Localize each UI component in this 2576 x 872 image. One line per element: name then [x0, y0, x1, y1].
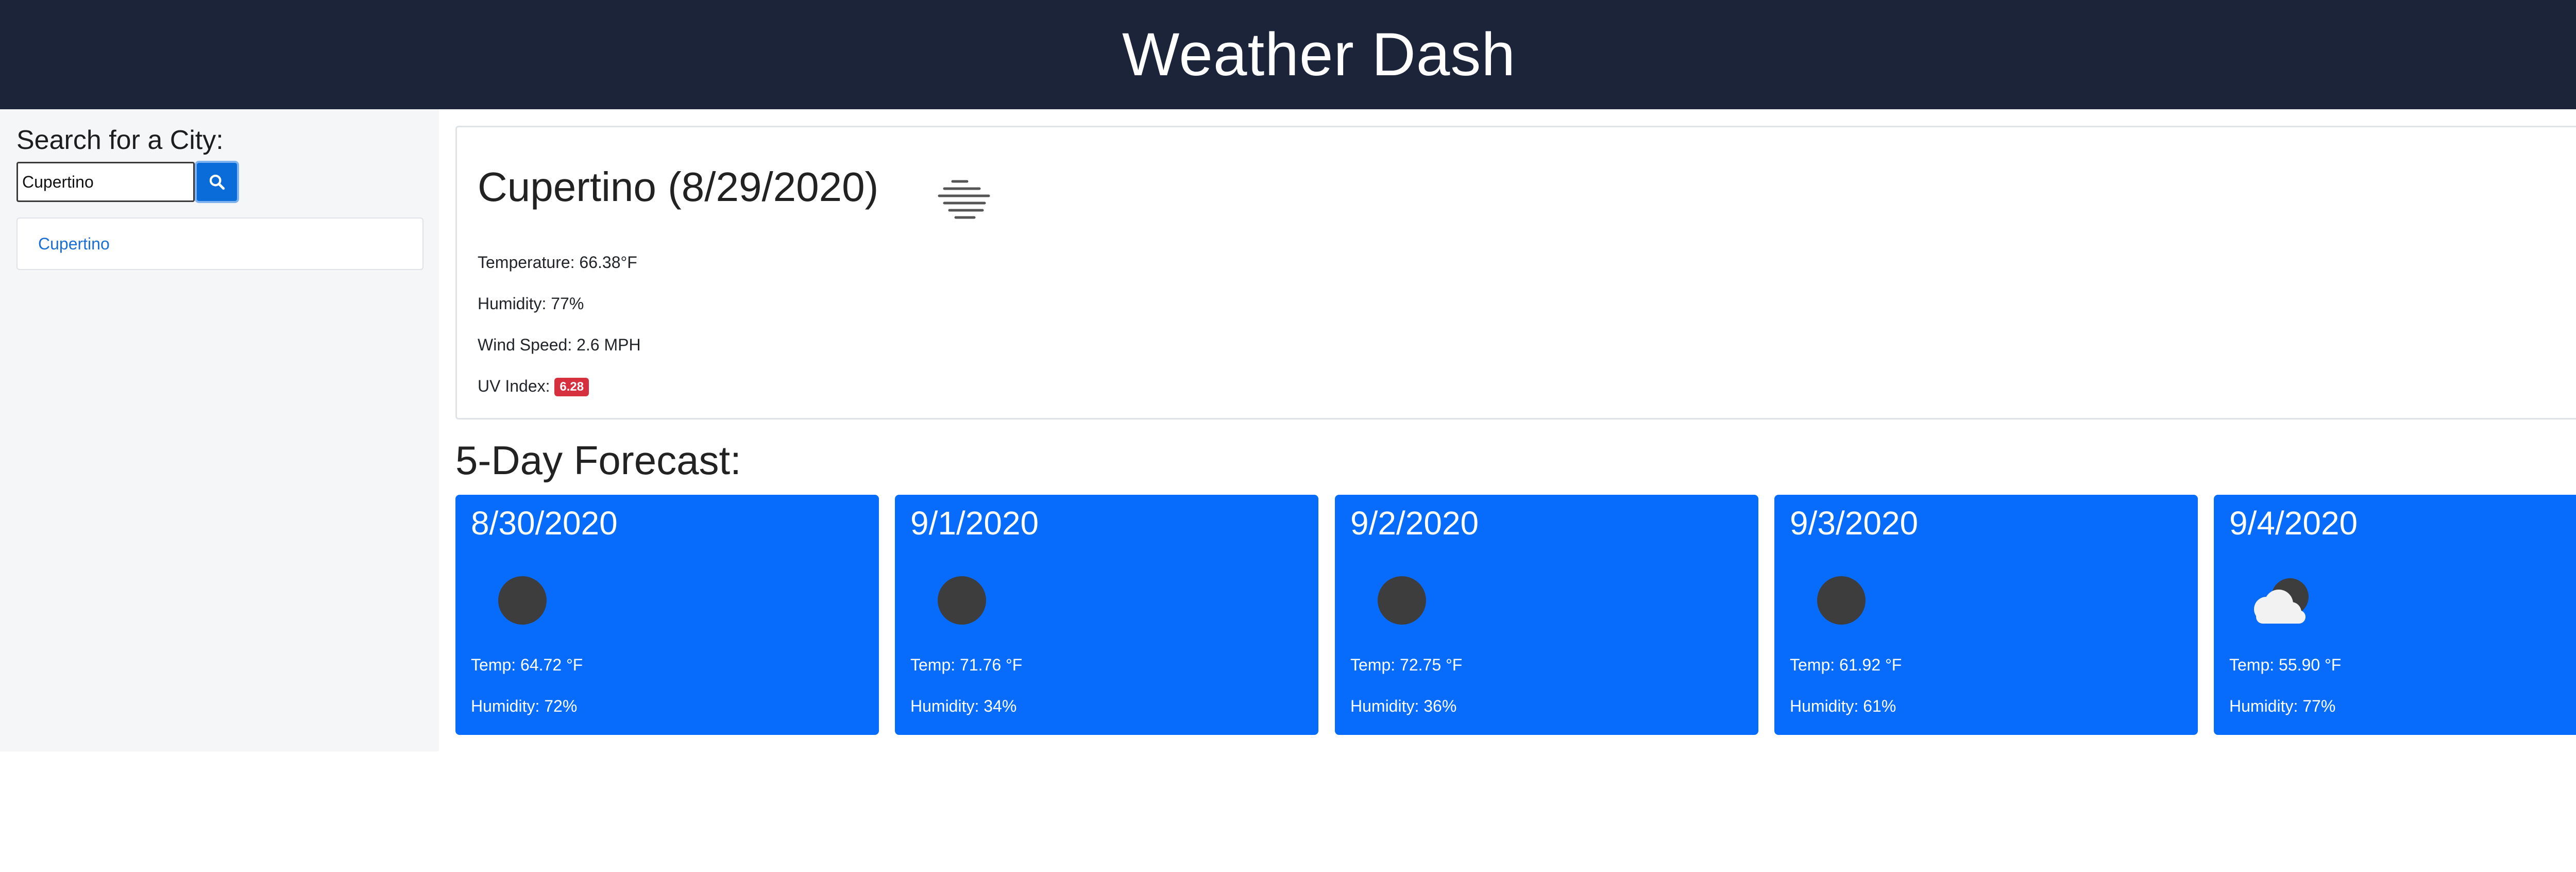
- forecast-title: 5-Day Forecast:: [455, 438, 741, 483]
- forecast-temp: Temp: 72.75 °F: [1350, 656, 1463, 674]
- forecast-card: 9/4/2020 Temp: 55.90 °F Humidity: 77%: [2214, 495, 2576, 735]
- sidebar: Search for a City: Cupertino: [0, 109, 439, 751]
- clear-night-icon: [938, 576, 986, 625]
- forecast-temp: Temp: 71.76 °F: [910, 656, 1023, 674]
- forecast-card: 8/30/2020 Temp: 64.72 °F Humidity: 72%: [455, 495, 879, 735]
- forecast-humidity: Humidity: 36%: [1350, 697, 1457, 715]
- current-uv-index: UV Index: 6.28: [478, 377, 589, 396]
- app-header: Weather Dash: [0, 0, 2576, 109]
- forecast-date: 9/4/2020: [2229, 505, 2358, 542]
- app-title: Weather Dash: [1122, 21, 1516, 89]
- current-temperature: Temperature: 66.38°F: [478, 253, 637, 272]
- forecast-temp: Temp: 64.72 °F: [471, 656, 583, 674]
- forecast-temp: Temp: 61.92 °F: [1790, 656, 1902, 674]
- forecast-card: 9/1/2020 Temp: 71.76 °F Humidity: 34%: [895, 495, 1318, 735]
- current-city-heading: Cupertino (8/29/2020): [478, 164, 879, 210]
- search-label: Search for a City:: [16, 125, 224, 155]
- current-humidity: Humidity: 77%: [478, 294, 584, 313]
- city-search-input[interactable]: [16, 162, 195, 202]
- partly-cloudy-night-icon: [2254, 578, 2309, 624]
- forecast-date: 9/1/2020: [910, 505, 1039, 542]
- search-icon: [209, 174, 225, 190]
- forecast-date: 8/30/2020: [471, 505, 618, 542]
- forecast-card: 9/2/2020 Temp: 72.75 °F Humidity: 36%: [1335, 495, 1758, 735]
- forecast-date: 9/3/2020: [1790, 505, 1919, 542]
- fog-icon: [938, 180, 990, 219]
- forecast-humidity: Humidity: 61%: [1790, 697, 1896, 715]
- clear-night-icon: [1817, 576, 1866, 625]
- forecast-humidity: Humidity: 77%: [2229, 697, 2336, 715]
- current-weather-card: Cupertino (8/29/2020) Temperature: 66.38…: [455, 126, 2576, 420]
- current-wind-speed: Wind Speed: 2.6 MPH: [478, 336, 641, 354]
- uv-index-badge: 6.28: [554, 378, 589, 396]
- forecast-humidity: Humidity: 72%: [471, 697, 578, 715]
- uv-index-label: UV Index:: [478, 377, 555, 395]
- search-history-item[interactable]: Cupertino: [16, 217, 423, 270]
- forecast-date: 9/2/2020: [1350, 505, 1479, 542]
- clear-night-icon: [498, 576, 547, 625]
- search-button[interactable]: [195, 161, 239, 203]
- clear-night-icon: [1378, 576, 1426, 625]
- forecast-card: 9/3/2020 Temp: 61.92 °F Humidity: 61%: [1774, 495, 2198, 735]
- forecast-temp: Temp: 55.90 °F: [2229, 656, 2342, 674]
- forecast-humidity: Humidity: 34%: [910, 697, 1017, 715]
